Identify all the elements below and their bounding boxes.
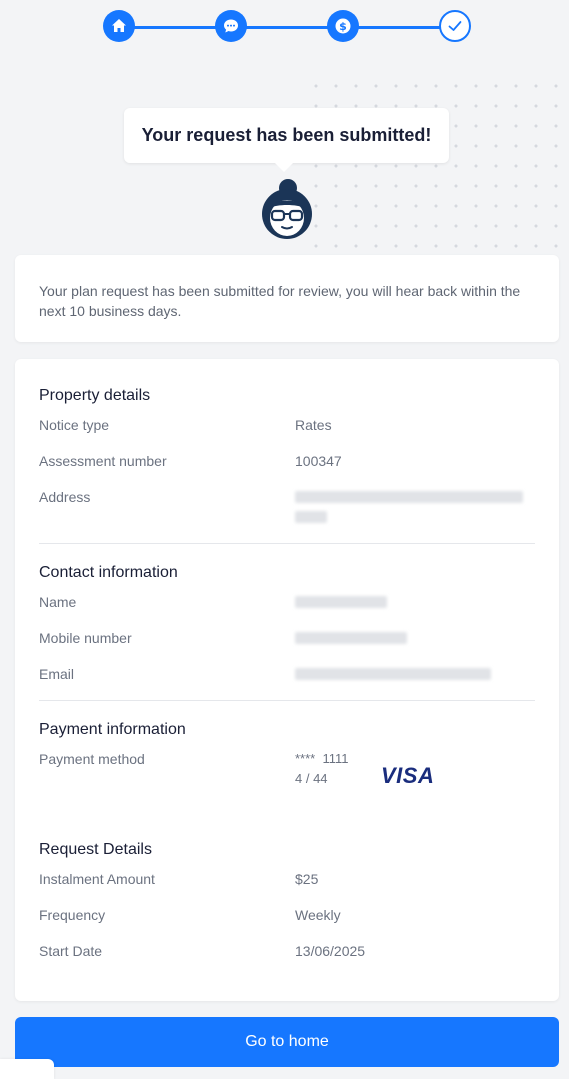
dot-pattern xyxy=(300,70,569,270)
mobile-label: Mobile number xyxy=(39,630,132,646)
frequency-label: Frequency xyxy=(39,907,106,923)
svg-text:$: $ xyxy=(339,20,347,33)
name-label: Name xyxy=(39,594,77,610)
payment-method-label: Payment method xyxy=(39,751,145,767)
address-value-redacted xyxy=(295,491,523,503)
notice-type-value: Rates xyxy=(295,417,332,433)
notice-text: Your plan request has been submitted for… xyxy=(39,283,521,319)
mobile-value-redacted xyxy=(295,632,407,644)
address-label: Address xyxy=(39,489,91,505)
contact-title: Contact information xyxy=(39,564,178,581)
home-icon xyxy=(112,19,126,32)
success-message: Your request has been submitted! xyxy=(141,125,432,145)
step-home[interactable] xyxy=(103,10,135,42)
assistant-avatar-icon xyxy=(262,179,312,239)
assessment-value: 100347 xyxy=(295,453,342,469)
step-complete[interactable] xyxy=(439,10,471,42)
email-label: Email xyxy=(39,666,75,682)
details-card: Property details Notice type Rates Asses… xyxy=(15,359,559,1001)
chat-icon xyxy=(224,19,238,33)
email-value-redacted xyxy=(295,668,491,680)
assessment-label: Assessment number xyxy=(39,453,167,469)
check-icon xyxy=(448,21,462,31)
request-title: Request Details xyxy=(39,841,152,858)
card-number: **** 1111 xyxy=(295,751,349,766)
start-date-value: 13/06/2025 xyxy=(295,943,366,959)
amount-label: Instalment Amount xyxy=(39,871,155,887)
divider xyxy=(39,543,535,544)
progress-stepper: $ xyxy=(103,10,471,44)
address-value-redacted-line2 xyxy=(295,511,327,523)
visa-logo-icon: VISA xyxy=(381,763,435,788)
dollar-icon: $ xyxy=(335,18,351,34)
success-bubble: Your request has been submitted! xyxy=(124,108,449,172)
go-home-button[interactable]: Go to home xyxy=(15,1017,559,1067)
name-value-redacted xyxy=(295,596,387,608)
notice-card: Your plan request has been submitted for… xyxy=(15,255,559,342)
divider xyxy=(39,700,535,701)
corner-tab[interactable] xyxy=(0,1059,54,1079)
frequency-value: Weekly xyxy=(295,907,341,923)
property-title: Property details xyxy=(39,387,151,404)
amount-value: $25 xyxy=(295,871,319,887)
notice-type-label: Notice type xyxy=(39,417,110,433)
step-chat[interactable] xyxy=(215,10,247,42)
step-payment[interactable]: $ xyxy=(327,10,359,42)
stepper-line xyxy=(119,26,455,29)
start-date-label: Start Date xyxy=(39,943,103,959)
card-expiry: 4 / 44 xyxy=(295,771,328,786)
payment-title: Payment information xyxy=(39,721,186,738)
